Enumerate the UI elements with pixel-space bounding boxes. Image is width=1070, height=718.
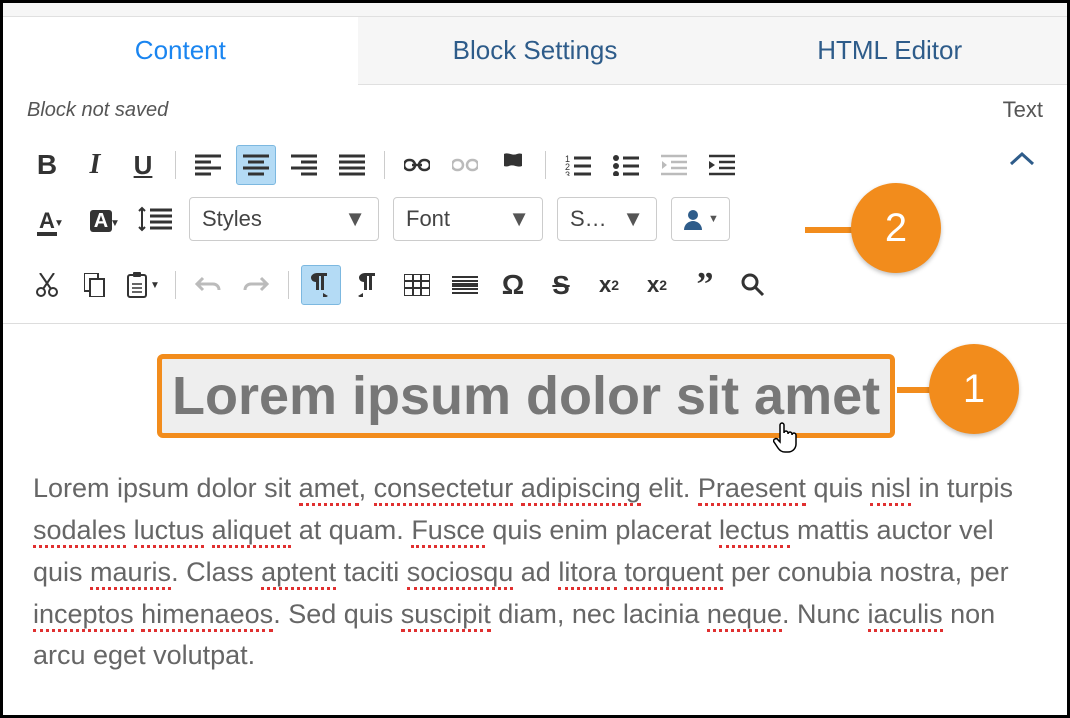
superscript-button[interactable]: x2 bbox=[637, 265, 677, 305]
rtl-button[interactable] bbox=[349, 265, 389, 305]
bold-button[interactable]: B bbox=[27, 145, 67, 185]
rtl-icon bbox=[357, 273, 381, 297]
ltr-button[interactable] bbox=[301, 265, 341, 305]
unlink-button[interactable] bbox=[445, 145, 485, 185]
underline-button[interactable]: U bbox=[123, 145, 163, 185]
ltr-icon bbox=[309, 273, 333, 297]
callout-1: 1 bbox=[929, 344, 1019, 434]
top-spacer bbox=[3, 3, 1067, 17]
link-button[interactable] bbox=[397, 145, 437, 185]
line-height-button[interactable] bbox=[135, 199, 175, 239]
table-icon bbox=[404, 274, 430, 296]
tabs-bar: Content Block Settings HTML Editor bbox=[3, 17, 1067, 85]
chevron-up-icon bbox=[1009, 151, 1035, 167]
svg-text:3: 3 bbox=[565, 170, 570, 176]
align-right-icon bbox=[291, 154, 317, 176]
find-button[interactable] bbox=[733, 265, 773, 305]
status-row: Block not saved Text bbox=[3, 85, 1067, 133]
size-label: S… bbox=[570, 206, 607, 232]
chevron-down-icon: ▼ bbox=[344, 206, 366, 232]
bullet-list-button[interactable] bbox=[606, 145, 646, 185]
unlink-icon bbox=[452, 157, 478, 173]
paste-icon bbox=[126, 272, 148, 298]
separator bbox=[288, 271, 289, 299]
align-justify-button[interactable] bbox=[332, 145, 372, 185]
editor-content-area[interactable]: Lorem ipsum dolor sit amet 1 Lorem ipsum… bbox=[3, 323, 1067, 677]
indent-button[interactable] bbox=[702, 145, 742, 185]
paste-button[interactable]: ▼ bbox=[123, 265, 163, 305]
undo-button[interactable] bbox=[188, 265, 228, 305]
text-color-button[interactable]: A▼ bbox=[27, 199, 67, 239]
special-char-button[interactable]: Ω bbox=[493, 265, 533, 305]
bullet-list-icon bbox=[613, 154, 639, 176]
context-label: Text bbox=[1003, 97, 1043, 123]
styles-dropdown[interactable]: Styles ▼ bbox=[189, 197, 379, 241]
blockquote-button[interactable]: ” bbox=[685, 265, 725, 305]
undo-icon bbox=[195, 276, 221, 294]
subscript-button[interactable]: x2 bbox=[589, 265, 629, 305]
size-dropdown[interactable]: S… ▼ bbox=[557, 197, 657, 241]
tab-content[interactable]: Content bbox=[3, 17, 358, 85]
separator bbox=[384, 151, 385, 179]
hr-button[interactable] bbox=[445, 265, 485, 305]
align-center-button[interactable] bbox=[236, 145, 276, 185]
editor-paragraph[interactable]: Lorem ipsum dolor sit amet, consectetur … bbox=[27, 468, 1043, 677]
font-dropdown[interactable]: Font ▼ bbox=[393, 197, 543, 241]
background-color-button[interactable]: A▼ bbox=[81, 199, 121, 239]
align-right-button[interactable] bbox=[284, 145, 324, 185]
strikethrough-button[interactable]: S bbox=[541, 265, 581, 305]
personalization-dropdown[interactable]: ▼ bbox=[671, 197, 730, 241]
search-icon bbox=[741, 273, 765, 297]
line-height-icon bbox=[138, 206, 172, 232]
align-left-button[interactable] bbox=[188, 145, 228, 185]
italic-button[interactable]: I bbox=[75, 145, 115, 185]
align-left-icon bbox=[195, 154, 221, 176]
tab-block-settings[interactable]: Block Settings bbox=[358, 17, 713, 85]
flag-button[interactable] bbox=[493, 145, 533, 185]
outdent-button[interactable] bbox=[654, 145, 694, 185]
toolbar: B I U 123 A▼ A▼ Styles ▼ Font ▼ S… ▼ bbox=[3, 133, 1067, 317]
align-justify-icon bbox=[339, 154, 365, 176]
separator bbox=[175, 151, 176, 179]
status-not-saved: Block not saved bbox=[27, 99, 168, 122]
editor-heading[interactable]: Lorem ipsum dolor sit amet bbox=[172, 365, 880, 427]
tab-html-editor[interactable]: HTML Editor bbox=[712, 17, 1067, 85]
collapse-toolbar-button[interactable] bbox=[1009, 151, 1035, 167]
chevron-down-icon: ▼ bbox=[508, 206, 530, 232]
hr-icon bbox=[452, 274, 478, 296]
separator bbox=[545, 151, 546, 179]
chevron-down-icon: ▼ bbox=[622, 206, 644, 232]
callout-2: 2 bbox=[851, 183, 941, 273]
user-icon bbox=[682, 208, 704, 230]
redo-icon bbox=[243, 276, 269, 294]
link-icon bbox=[404, 157, 430, 173]
separator bbox=[175, 271, 176, 299]
copy-button[interactable] bbox=[75, 265, 115, 305]
cursor-pointer-icon bbox=[773, 421, 801, 453]
font-label: Font bbox=[406, 206, 450, 232]
redo-button[interactable] bbox=[236, 265, 276, 305]
chevron-down-icon: ▼ bbox=[708, 213, 719, 225]
cut-button[interactable] bbox=[27, 265, 67, 305]
outdent-icon bbox=[661, 154, 687, 176]
numbered-list-button[interactable]: 123 bbox=[558, 145, 598, 185]
flag-icon bbox=[502, 152, 524, 178]
styles-label: Styles bbox=[202, 206, 262, 232]
numbered-list-icon: 123 bbox=[565, 154, 591, 176]
scissors-icon bbox=[36, 273, 58, 297]
align-center-icon bbox=[243, 154, 269, 176]
copy-icon bbox=[84, 273, 106, 297]
app-container: Content Block Settings HTML Editor Block… bbox=[3, 3, 1067, 715]
indent-icon bbox=[709, 154, 735, 176]
table-button[interactable] bbox=[397, 265, 437, 305]
